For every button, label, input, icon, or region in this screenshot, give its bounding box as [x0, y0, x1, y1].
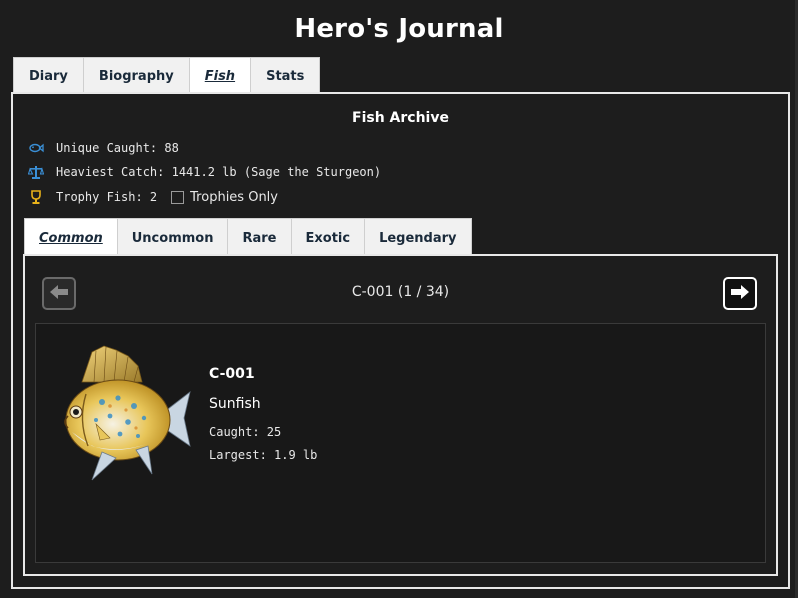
fish-icon	[28, 140, 44, 156]
scale-icon	[27, 164, 45, 180]
fish-largest-weight: Largest: 1.9 lb	[209, 448, 318, 462]
tab-exotic[interactable]: Exotic	[290, 218, 366, 255]
unique-caught-row: Unique Caught: 88	[28, 140, 179, 156]
fish-card: C-001 Sunfish Caught: 25 Largest: 1.9 lb	[35, 323, 766, 563]
rarity-tab-bar: Common Uncommon Rare Exotic Legendary	[24, 218, 472, 255]
pager-label: C-001 (1 / 34)	[351, 284, 450, 300]
tab-fish[interactable]: Fish	[188, 57, 252, 94]
fish-image	[52, 342, 192, 486]
tab-biography[interactable]: Biography	[82, 57, 190, 93]
trophies-only-label: Trophies Only	[190, 189, 278, 205]
tab-diary[interactable]: Diary	[13, 57, 84, 93]
next-button[interactable]	[723, 277, 757, 310]
tab-stats[interactable]: Stats	[250, 57, 321, 93]
tab-legendary[interactable]: Legendary	[364, 218, 472, 255]
arrow-right-icon	[729, 283, 751, 305]
heaviest-catch-text: Heaviest Catch: 1441.2 lb (Sage the Stur…	[56, 165, 382, 179]
fish-name: Sunfish	[209, 396, 261, 412]
trophies-only-toggle[interactable]: Trophies Only	[171, 190, 278, 205]
heaviest-catch-row: Heaviest Catch: 1441.2 lb (Sage the Stur…	[27, 164, 382, 180]
tab-uncommon[interactable]: Uncommon	[116, 218, 229, 255]
fish-caught-count: Caught: 25	[209, 425, 282, 439]
rarity-panel: C-001 (1 / 34) C-001 Sunfish Caught: 25 …	[23, 254, 778, 576]
page-title: Hero's Journal	[294, 14, 504, 44]
unique-caught-text: Unique Caught: 88	[56, 141, 179, 155]
trophies-only-checkbox[interactable]	[171, 190, 185, 204]
tab-common[interactable]: Common	[24, 218, 118, 255]
tab-rare[interactable]: Rare	[227, 218, 292, 255]
trophy-fish-text: Trophy Fish: 2	[56, 190, 158, 204]
fish-id: C-001	[209, 366, 255, 382]
trophy-icon	[28, 189, 44, 205]
fish-panel: Fish Archive Unique Caught: 88 Heaviest …	[11, 92, 790, 589]
archive-title: Fish Archive	[352, 110, 449, 126]
trophy-fish-row: Trophy Fish: 2 Trophies Only	[28, 189, 278, 205]
app-window: Hero's Journal Diary Biography Fish Stat…	[0, 0, 798, 598]
main-tab-bar: Diary Biography Fish Stats	[13, 57, 321, 94]
